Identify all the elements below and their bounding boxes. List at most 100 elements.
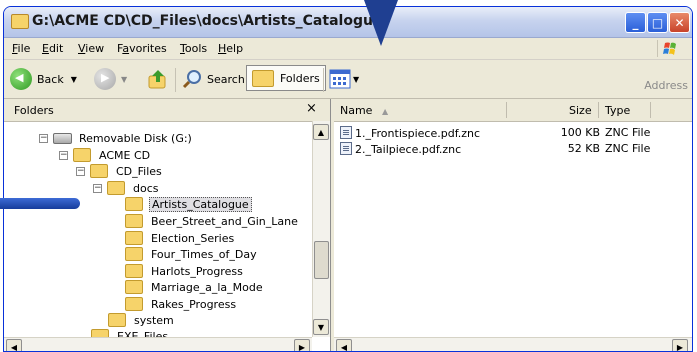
tree-item-label: Election_Series [151, 231, 235, 245]
file-name: 1._Frontispiece.pdf.znc [355, 127, 481, 140]
window-title: G:\ACME CD\CD_Files\docs\Artists_Catalog… [32, 13, 383, 29]
dropdown-arrow-icon[interactable]: ▼ [121, 75, 127, 84]
tree-item-label: docs [133, 181, 159, 195]
tree-item-acme-cd[interactable]: − ACME CD [59, 147, 152, 163]
menu-bar: File Edit View Favorites Tools Help [4, 38, 692, 60]
folder-icon [108, 313, 126, 327]
search-icon [182, 70, 201, 89]
tree-item-label: Marriage_a_la_Mode [151, 280, 263, 294]
folder-icon [125, 247, 143, 261]
scroll-left-icon[interactable]: ◀ [336, 339, 352, 351]
tree-item-label: Removable Disk (G:) [79, 131, 192, 145]
tree-item-label: system [134, 313, 174, 327]
toolbar: Back ▼ ▼ Search Folders [4, 60, 692, 99]
file-row[interactable]: 2._Tailpiece.pdf.znc 52 KB ZNC File [340, 142, 680, 157]
menu-tools[interactable]: Tools [180, 42, 207, 55]
collapse-icon[interactable]: − [93, 183, 102, 193]
scroll-left-icon[interactable]: ◀ [6, 339, 22, 351]
folders-pane-title: Folders [14, 104, 54, 117]
explorer-window: G:\ACME CD\CD_Files\docs\Artists_Catalog… [3, 6, 693, 352]
close-button[interactable]: ✕ [669, 12, 690, 33]
tree-item-label: Rakes_Progress [151, 297, 237, 311]
maximize-button[interactable]: □ [647, 12, 668, 33]
up-folder-button[interactable] [147, 67, 169, 91]
document-icon [340, 142, 352, 155]
folder-icon [125, 297, 143, 311]
folders-button[interactable]: Folders [246, 65, 326, 91]
back-button[interactable]: Back ▼ [10, 67, 77, 91]
folder-icon [11, 14, 29, 29]
toolbar-separator [323, 68, 324, 92]
tree-item-removable-disk[interactable]: − Removable Disk (G:) [39, 130, 194, 146]
menu-favorites[interactable]: Favorites [117, 42, 167, 55]
tree-item-four-times[interactable]: Four_Times_of_Day [125, 246, 259, 262]
tree-item-label: CD_Files [116, 164, 162, 178]
column-name[interactable]: Name ▲ [340, 104, 388, 117]
scroll-thumb[interactable] [314, 241, 329, 279]
folder-icon [90, 164, 108, 178]
menu-view[interactable]: View [78, 42, 104, 55]
close-pane-icon[interactable]: × [306, 101, 317, 116]
tree-item-artists-catalogue[interactable]: Artists_Catalogue [125, 196, 252, 212]
title-bar[interactable]: G:\ACME CD\CD_Files\docs\Artists_Catalog… [4, 7, 692, 38]
back-label: Back [37, 72, 64, 86]
search-button[interactable]: Search [181, 67, 245, 91]
tree-item-system[interactable]: system [108, 312, 176, 328]
tree-item-cd-files[interactable]: − CD_Files [76, 163, 164, 179]
folder-icon [125, 264, 143, 278]
folders-vertical-scrollbar[interactable]: ▲ ▼ [312, 121, 330, 337]
address-label[interactable]: Address [644, 79, 688, 92]
windows-logo-icon [657, 40, 684, 57]
file-type: ZNC File [605, 142, 651, 155]
file-list-pane: Name ▲ Size Type 1._Frontispiece.pdf.znc… [334, 99, 692, 351]
tree-item-label: Beer_Street_and_Gin_Lane [151, 214, 298, 228]
tree-item-beer-street[interactable]: Beer_Street_and_Gin_Lane [125, 213, 300, 229]
file-type: ZNC File [605, 126, 651, 139]
column-size[interactable]: Size [569, 104, 592, 117]
menu-help[interactable]: Help [218, 42, 243, 55]
collapse-icon[interactable]: − [39, 133, 48, 143]
folder-icon [125, 280, 143, 294]
scroll-up-icon[interactable]: ▲ [313, 124, 329, 140]
file-name: 2._Tailpiece.pdf.znc [355, 143, 462, 156]
tree-item-election-series[interactable]: Election_Series [125, 230, 236, 246]
tree-item-harlots-progress[interactable]: Harlots_Progress [125, 263, 245, 279]
collapse-icon[interactable]: − [59, 150, 68, 160]
folder-icon [125, 231, 143, 245]
tree-item-label: ACME CD [99, 148, 151, 162]
file-row[interactable]: 1._Frontispiece.pdf.znc 100 KB ZNC File [340, 126, 680, 141]
tree-item-rakes-progress[interactable]: Rakes_Progress [125, 296, 238, 312]
menu-file[interactable]: File [12, 42, 30, 55]
column-type[interactable]: Type [605, 104, 630, 117]
folders-horizontal-scrollbar[interactable]: ◀ ▶ [4, 337, 312, 351]
scroll-right-icon[interactable]: ▶ [294, 339, 310, 351]
search-label: Search [207, 72, 245, 86]
folders-icon [252, 69, 274, 87]
menu-edit[interactable]: Edit [42, 42, 63, 55]
file-size: 100 KB [560, 126, 600, 139]
views-icon [329, 69, 351, 89]
column-divider[interactable] [506, 102, 507, 118]
folders-pane-header: Folders × [4, 99, 330, 122]
views-button[interactable]: ▼ [329, 67, 359, 91]
column-divider[interactable] [650, 102, 651, 118]
sort-ascending-icon: ▲ [381, 107, 389, 116]
tree-item-marriage-a-la-mode[interactable]: Marriage_a_la_Mode [125, 279, 265, 295]
document-icon [340, 126, 352, 139]
folders-label: Folders [280, 71, 320, 85]
folders-pane: Folders × − Removable Disk (G:) − ACME C… [4, 99, 331, 351]
drive-icon [53, 132, 72, 144]
forward-button[interactable]: ▼ [94, 67, 127, 91]
back-arrow-icon [10, 68, 32, 90]
dropdown-arrow-icon[interactable]: ▼ [71, 75, 77, 84]
scroll-right-icon[interactable]: ▶ [672, 339, 688, 351]
collapse-icon[interactable]: − [76, 166, 85, 176]
dropdown-arrow-icon[interactable]: ▼ [353, 75, 359, 84]
minimize-button[interactable]: _ [625, 12, 646, 33]
folder-icon [107, 181, 125, 195]
toolbar-separator [175, 68, 176, 92]
tree-item-docs[interactable]: − docs [93, 180, 161, 196]
scroll-down-icon[interactable]: ▼ [313, 319, 329, 335]
column-divider[interactable] [598, 102, 599, 118]
files-horizontal-scrollbar[interactable]: ◀ ▶ [334, 337, 692, 351]
